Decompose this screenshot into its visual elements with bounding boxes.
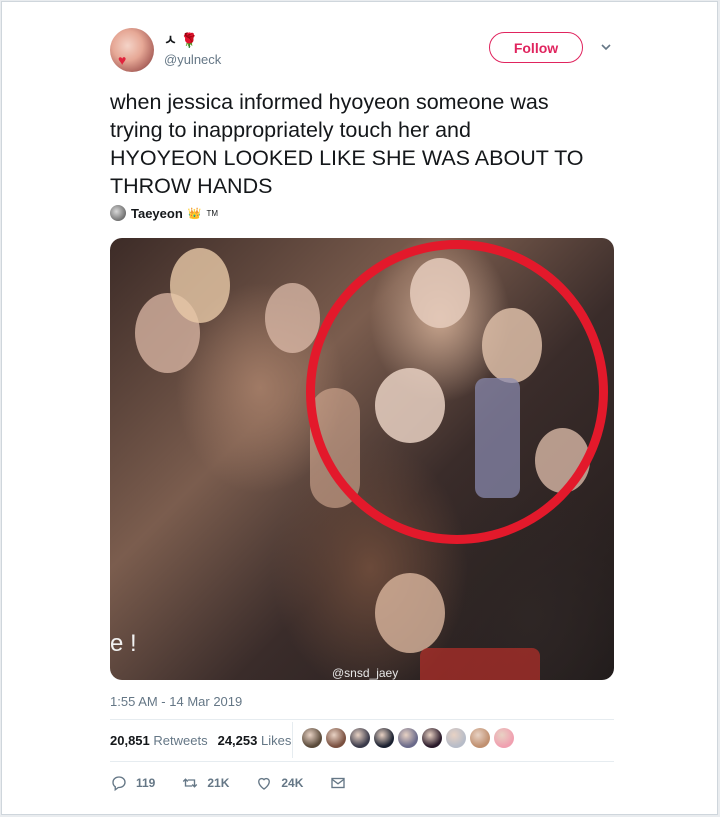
liker-avatar[interactable] xyxy=(398,728,418,748)
liker-avatars xyxy=(302,728,514,748)
chevron-down-icon[interactable] xyxy=(600,41,612,53)
red-highlight-circle xyxy=(306,240,608,544)
likes-stat[interactable]: 24,253 Likes xyxy=(218,733,292,748)
like-count: 24K xyxy=(281,776,304,790)
liker-avatar[interactable] xyxy=(446,728,466,748)
likes-count: 24,253 xyxy=(217,733,258,748)
crown-icon: 👑 xyxy=(187,207,202,220)
envelope-icon xyxy=(331,777,346,789)
liker-avatar[interactable] xyxy=(374,728,394,748)
liker-avatar[interactable] xyxy=(302,728,322,748)
heart-outline-icon xyxy=(258,777,271,790)
retweet-count: 21K xyxy=(207,776,230,790)
like-button[interactable]: 24K xyxy=(255,774,303,792)
display-name-text: ㅅ xyxy=(164,32,177,48)
liker-avatar[interactable] xyxy=(470,728,490,748)
reply-count: 119 xyxy=(136,776,156,790)
heart-icon: ♥ xyxy=(118,52,127,68)
author-display-name[interactable]: ㅅ 🌹 xyxy=(164,30,198,50)
tagged-user-avatar xyxy=(110,205,126,221)
tm-mark: TM xyxy=(206,208,219,218)
divider xyxy=(110,719,614,720)
tagged-user[interactable]: Taeyeon 👑 TM xyxy=(110,205,218,221)
liker-avatar[interactable] xyxy=(326,728,346,748)
tweet-text: when jessica informed hyoyeon someone wa… xyxy=(110,90,584,198)
retweet-icon xyxy=(183,778,198,788)
tweet-card: ♥ ㅅ 🌹 @yulneck Follow when jessica infor… xyxy=(1,1,718,815)
tweet-media-image[interactable]: e ! @snsd_jaey xyxy=(110,238,614,680)
retweets-count: 20,851 xyxy=(110,733,150,748)
liker-avatar[interactable] xyxy=(350,728,370,748)
reply-icon xyxy=(112,776,126,792)
tweet-actions: 119 21K 24K xyxy=(110,774,373,792)
retweet-button[interactable]: 21K xyxy=(181,774,229,792)
tagged-user-name: Taeyeon xyxy=(131,205,183,221)
direct-message-button[interactable] xyxy=(329,774,347,792)
media-watermark: @snsd_jaey xyxy=(332,666,399,680)
liker-avatar[interactable] xyxy=(422,728,442,748)
video-edge-text: e ! xyxy=(110,630,137,657)
engagement-stats: 20,851 Retweets 24,253 Likes xyxy=(110,733,291,748)
liker-avatar[interactable] xyxy=(494,728,514,748)
rose-emoji: 🌹 xyxy=(180,32,199,48)
author-avatar[interactable]: ♥ xyxy=(110,28,154,72)
tweet-timestamp[interactable]: 1:55 AM - 14 Mar 2019 xyxy=(110,694,242,709)
reply-button[interactable]: 119 xyxy=(110,774,155,792)
retweets-label: Retweets xyxy=(153,733,208,748)
retweets-stat[interactable]: 20,851 Retweets xyxy=(110,733,208,748)
follow-button[interactable]: Follow xyxy=(489,32,583,63)
likes-label: Likes xyxy=(260,733,292,748)
author-handle[interactable]: @yulneck xyxy=(164,52,221,67)
divider xyxy=(110,761,614,762)
stats-separator xyxy=(292,722,293,758)
